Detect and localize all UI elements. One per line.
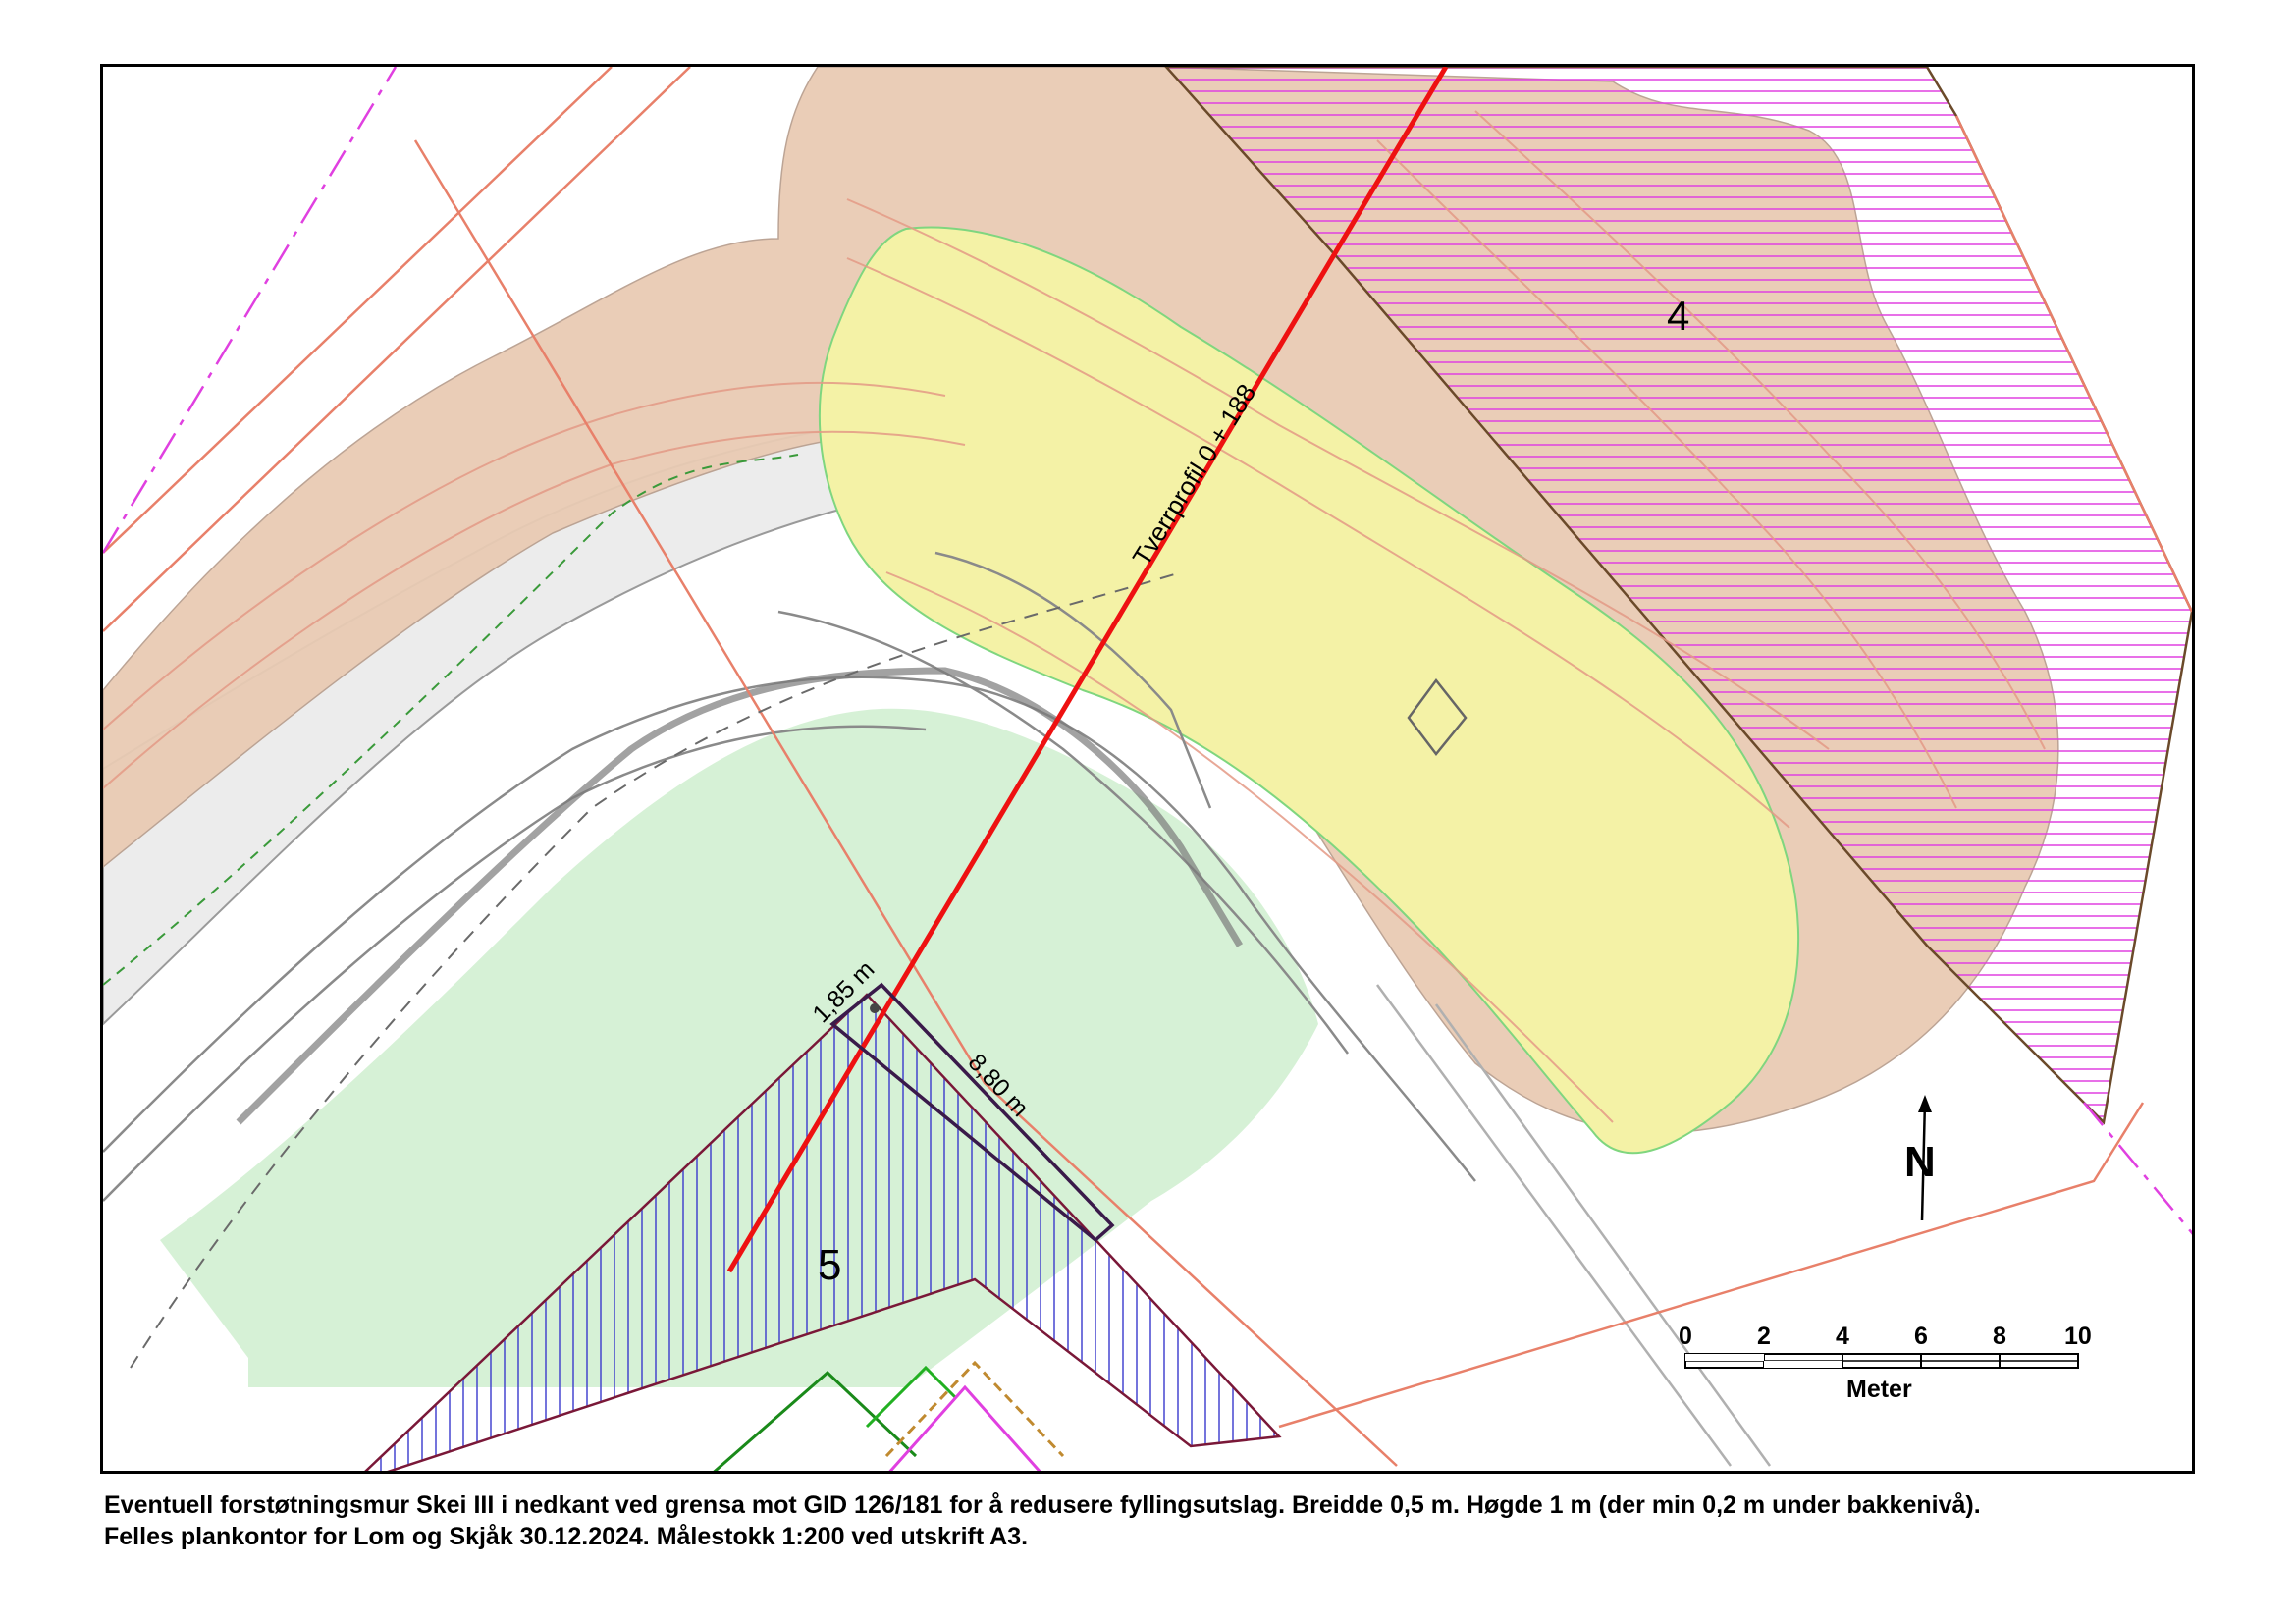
scale-unit-label: Meter xyxy=(1846,1376,1912,1403)
plan-map: Tverrprofil 0 + 188 1,85 m 8,80 m 4 5 N xyxy=(103,67,2192,1471)
scale-bar xyxy=(1684,1353,2079,1369)
scale-tick-10: 10 xyxy=(2064,1323,2092,1350)
area-5-label: 5 xyxy=(818,1241,841,1289)
scale-tick-0: 0 xyxy=(1679,1323,1692,1350)
scale-bar-ticks: 0 2 4 6 8 10 xyxy=(1679,1323,2092,1350)
caption-line-1: Eventuell forstøtningsmur Skei III i ned… xyxy=(104,1491,1981,1519)
caption-line-2: Felles plankontor for Lom og Skjåk 30.12… xyxy=(104,1523,1029,1550)
map-frame: Tverrprofil 0 + 188 1,85 m 8,80 m 4 5 N xyxy=(100,64,2195,1474)
north-label: N xyxy=(1904,1138,1936,1186)
area-4-label: 4 xyxy=(1667,293,1689,339)
scale-tick-6: 6 xyxy=(1914,1323,1928,1350)
scale-tick-2: 2 xyxy=(1757,1323,1771,1350)
scale-tick-8: 8 xyxy=(1993,1323,2006,1350)
scale-tick-4: 4 xyxy=(1836,1323,1849,1350)
